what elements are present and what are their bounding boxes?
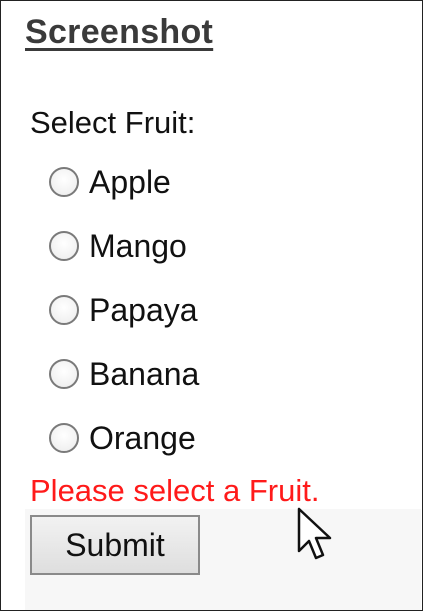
radio-label: Banana [89,355,200,392]
radio-option-banana[interactable]: Banana [49,354,199,394]
radio-label: Orange [89,419,196,456]
fruit-field-label: Select Fruit: [30,105,196,140]
radio-button[interactable] [49,295,79,325]
validation-error-message: Please select a Fruit. [30,473,320,508]
radio-button[interactable] [49,423,79,453]
radio-label: Papaya [89,291,198,328]
radio-button[interactable] [49,231,79,261]
screenshot-frame: Screenshot Select Fruit: Apple Mango Pap… [0,0,423,611]
mouse-pointer-icon [297,507,332,560]
radio-option-orange[interactable]: Orange [49,418,196,458]
radio-button[interactable] [49,359,79,389]
radio-option-mango[interactable]: Mango [49,226,187,266]
radio-label: Mango [89,227,187,264]
radio-option-apple[interactable]: Apple [49,162,171,202]
page-title: Screenshot [25,13,214,51]
fruit-form: Select Fruit: Apple Mango Papaya Banana … [25,97,421,610]
radio-button[interactable] [49,167,79,197]
radio-label: Apple [89,163,171,200]
radio-option-papaya[interactable]: Papaya [49,290,198,330]
submit-button[interactable]: Submit [30,515,200,575]
